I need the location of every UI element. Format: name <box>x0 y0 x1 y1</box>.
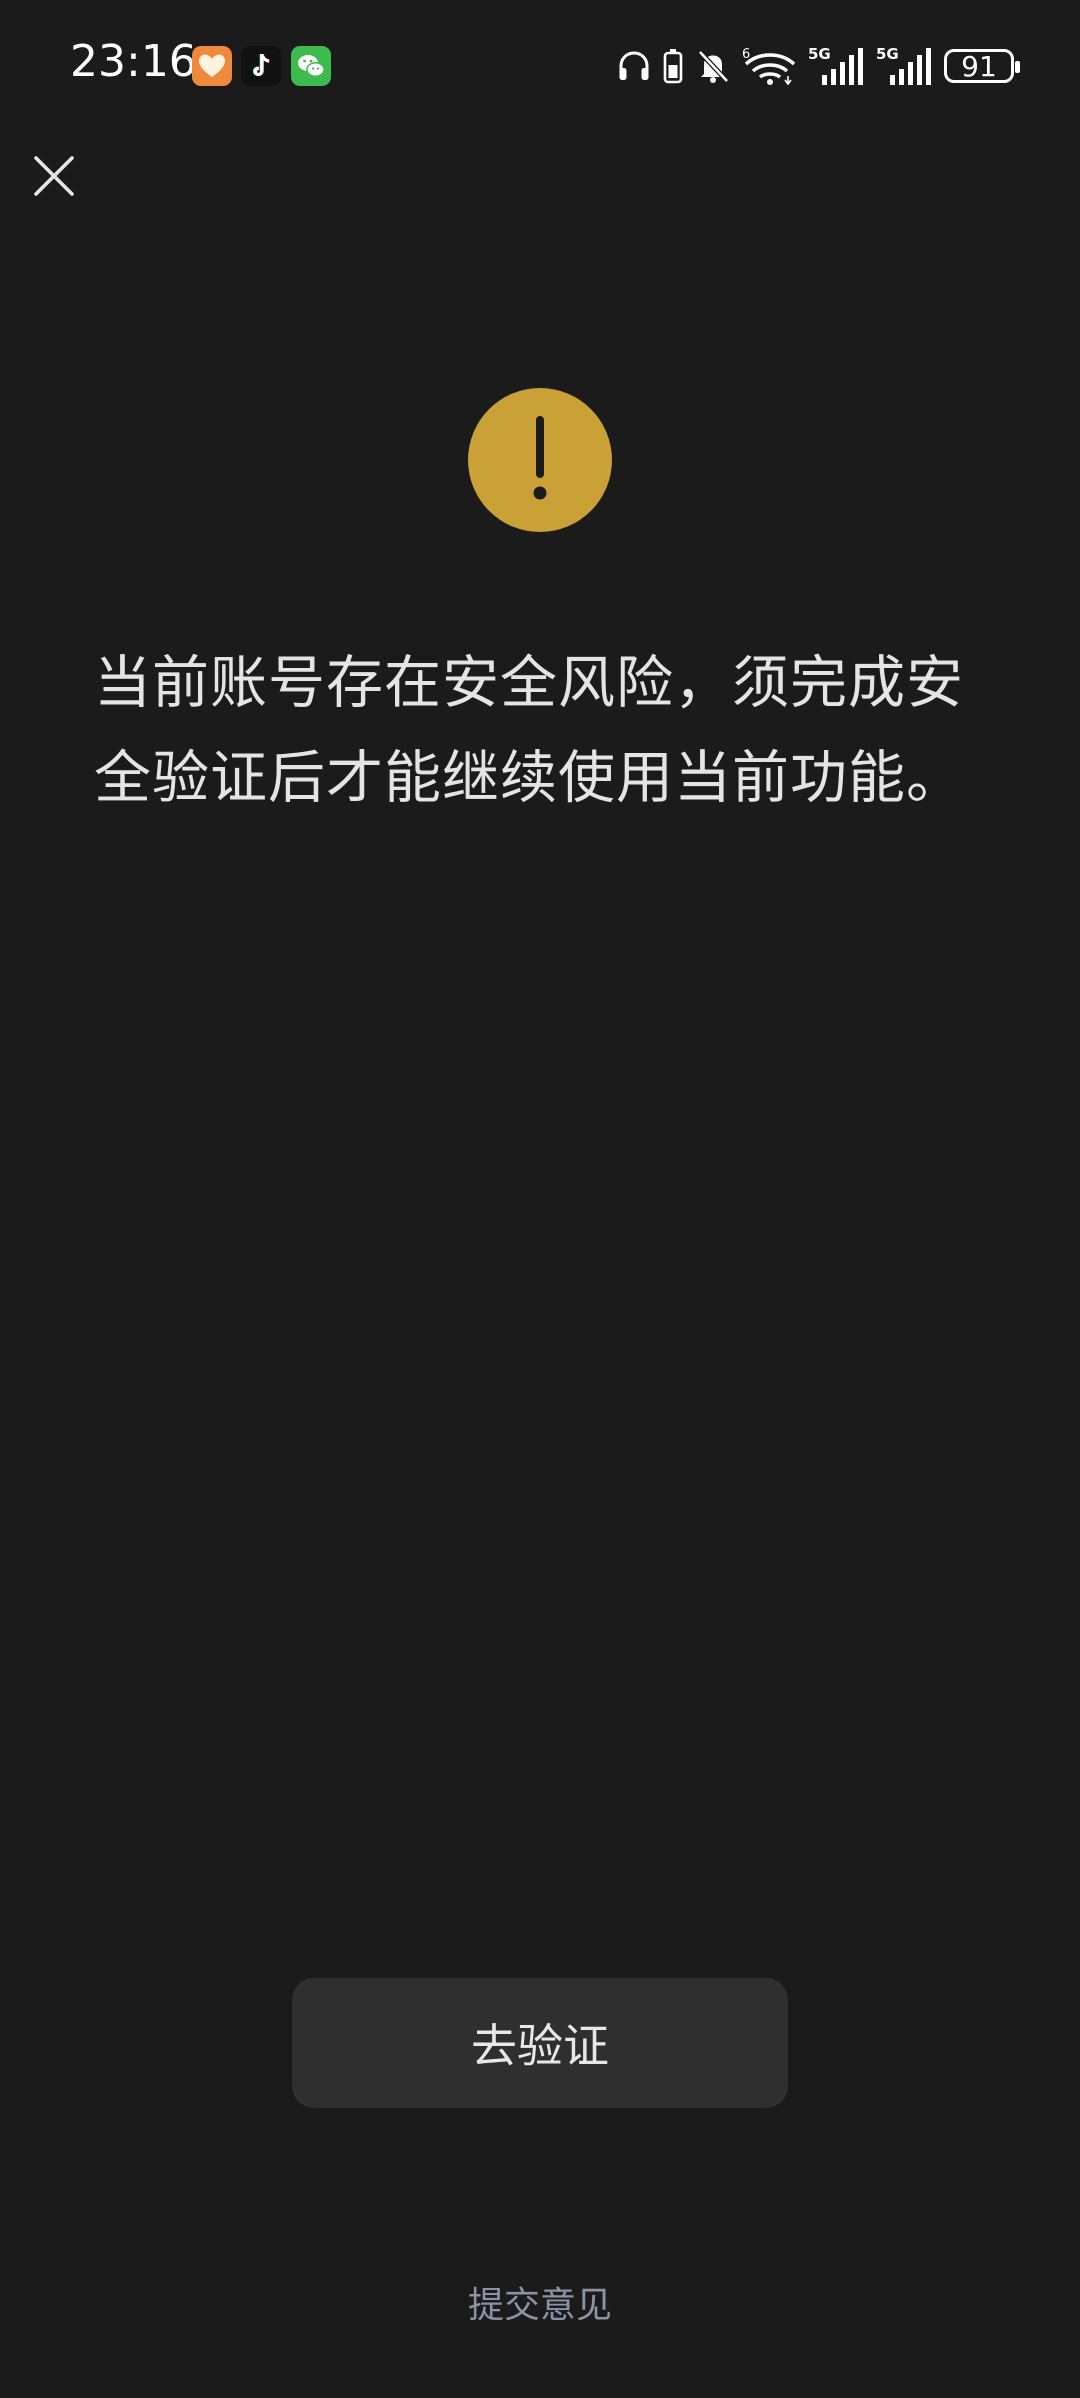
svg-text:5G: 5G <box>876 45 899 63</box>
headphones-icon <box>616 48 652 84</box>
security-risk-message: 当前账号存在安全风险，须完成安全验证后才能继续使用当前功能。 <box>94 650 964 811</box>
signal-5g-icon: 5G <box>876 45 934 87</box>
wifi-icon: 6 <box>742 46 798 86</box>
status-bar: 23:16 6 5G 5G 91 <box>0 0 1080 130</box>
svg-text:5G: 5G <box>808 45 831 63</box>
heart-app-icon <box>192 46 232 86</box>
signal-5g-icon: 5G <box>808 45 866 87</box>
system-status-icons: 6 5G 5G 91 <box>616 40 1020 92</box>
battery-icon: 91 <box>944 49 1020 83</box>
verify-button[interactable]: 去验证 <box>292 1978 788 2108</box>
warning-icon <box>468 388 612 532</box>
close-button[interactable] <box>28 150 80 202</box>
status-time: 23:16 <box>70 36 197 87</box>
battery-level: 91 <box>961 49 997 83</box>
mute-icon <box>694 47 732 85</box>
tiktok-icon <box>241 46 281 86</box>
battery-saver-icon <box>662 47 684 85</box>
submit-feedback-link[interactable]: 提交意见 <box>0 2276 1080 2328</box>
close-icon <box>34 156 74 196</box>
wechat-icon <box>291 46 331 86</box>
